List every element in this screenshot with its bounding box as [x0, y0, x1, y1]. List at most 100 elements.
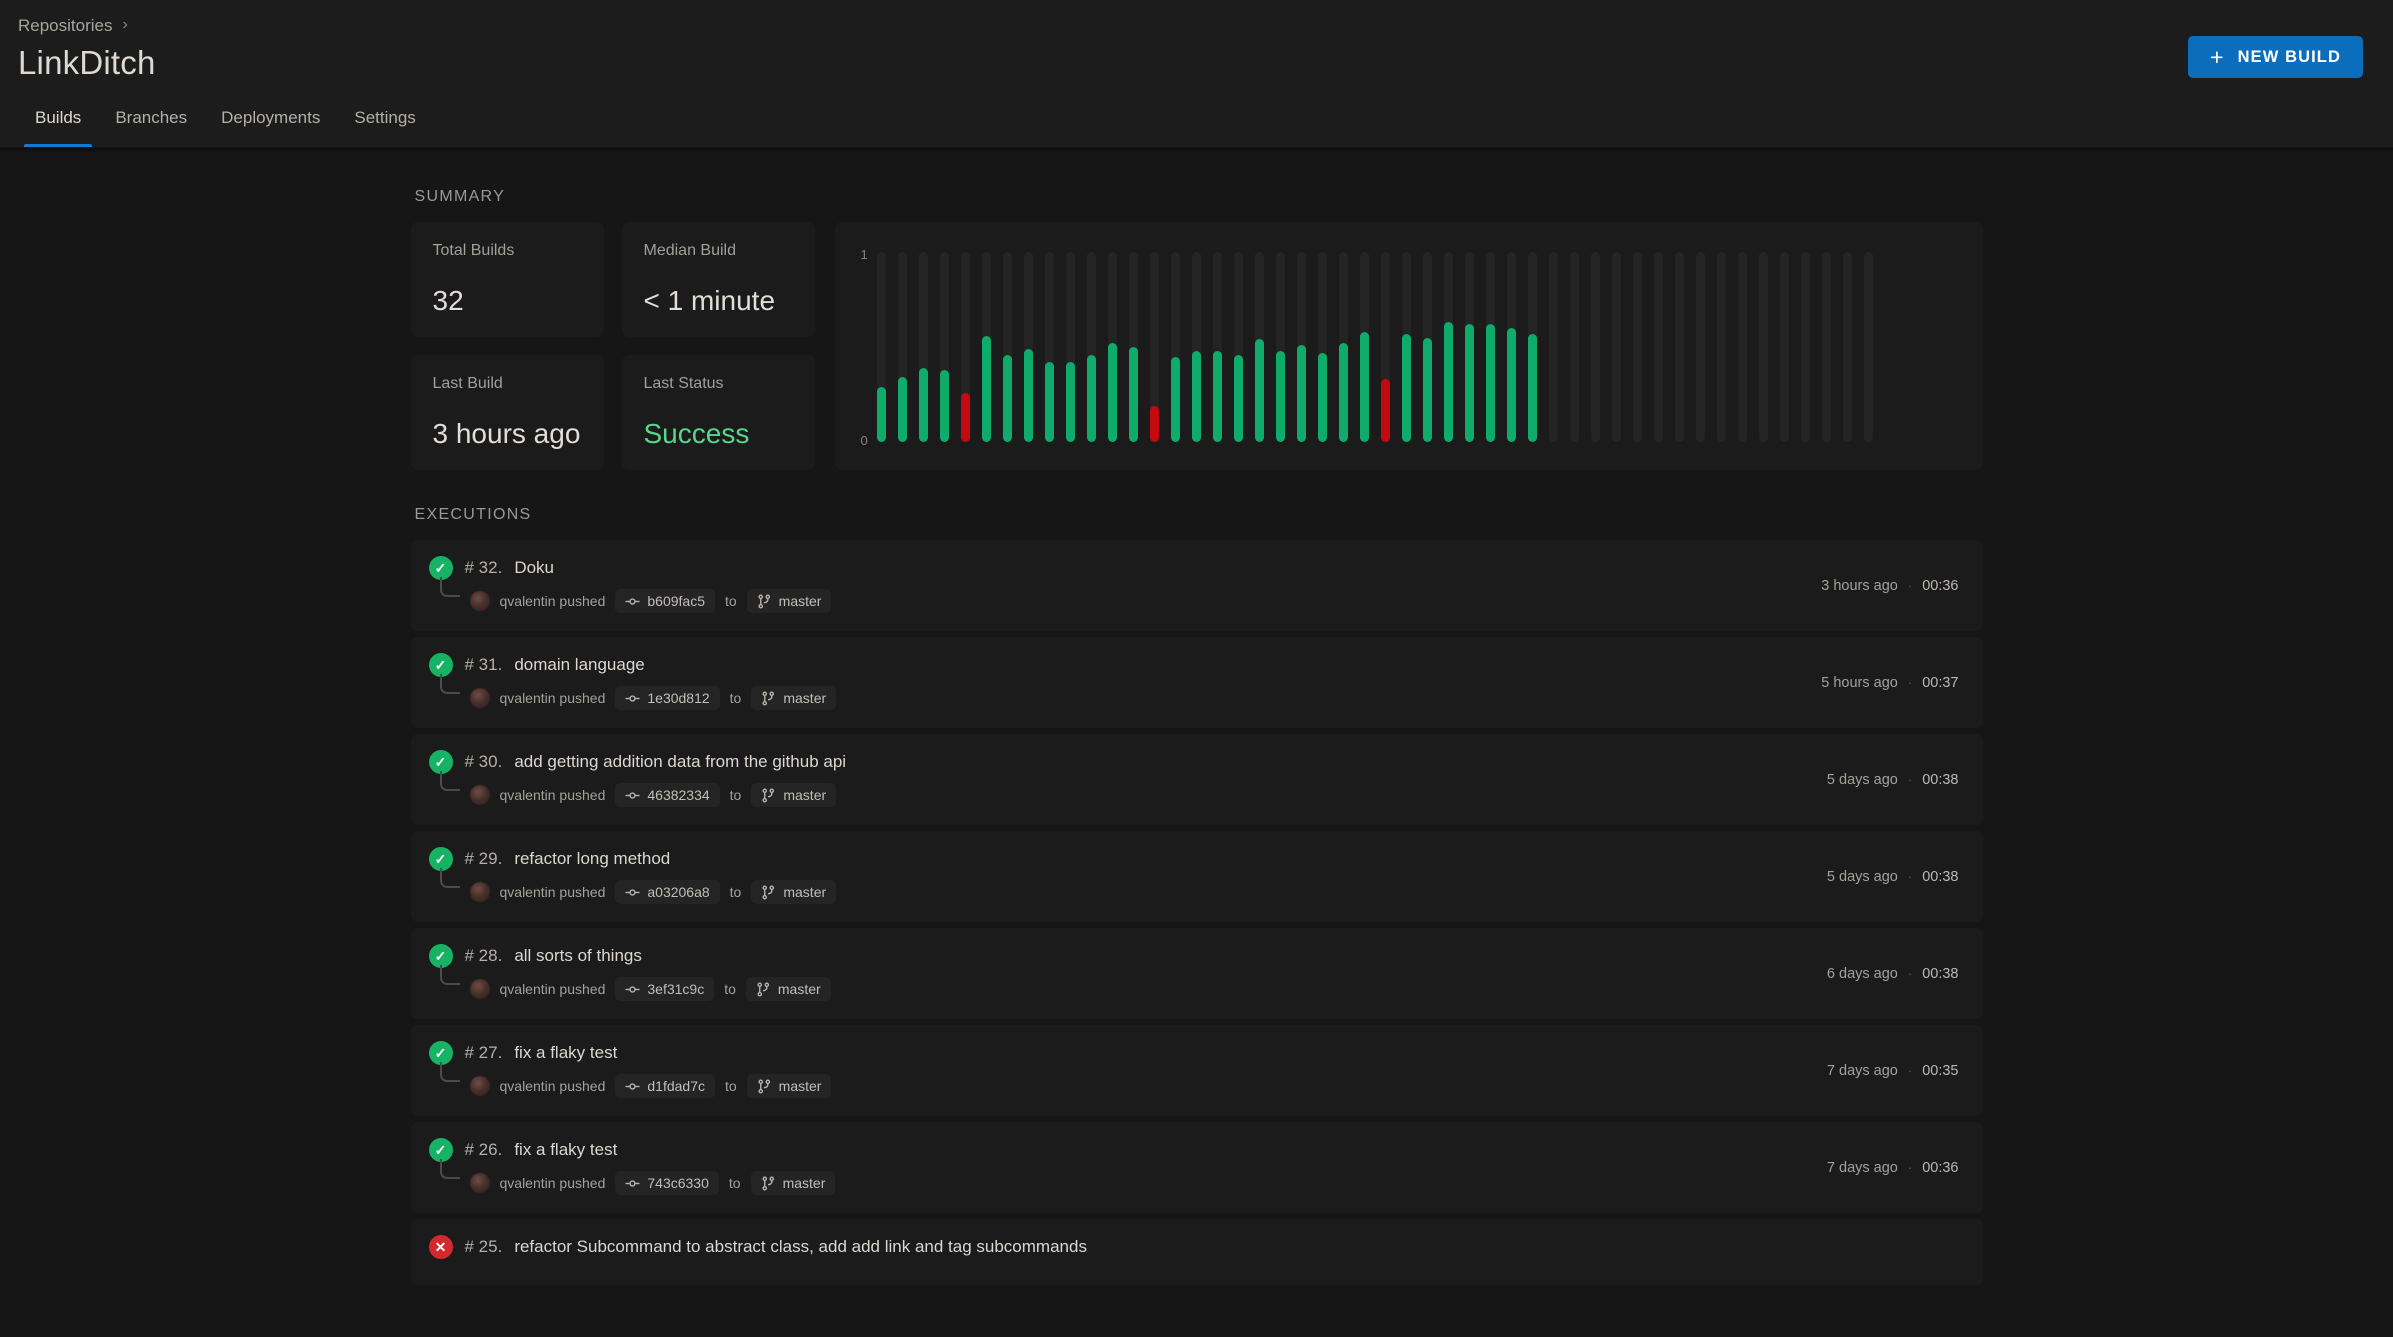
- tab-branches-label: Branches: [115, 108, 188, 127]
- branch-chip[interactable]: master: [745, 977, 831, 1001]
- breadcrumb-link-repositories[interactable]: Repositories: [18, 16, 113, 36]
- chart-bar[interactable]: [1548, 252, 1558, 442]
- chart-bar[interactable]: [1359, 252, 1369, 442]
- chart-bar[interactable]: [1002, 252, 1012, 442]
- commit-chip[interactable]: 3ef31c9c: [615, 977, 715, 1001]
- chart-bar[interactable]: [981, 252, 991, 442]
- execution-row-header: ✓ # 28. all sorts of things: [428, 944, 1959, 968]
- execution-number: # 31.: [464, 655, 503, 674]
- chart-bar[interactable]: [1821, 252, 1831, 442]
- chart-bar[interactable]: [1632, 252, 1642, 442]
- chart-bar[interactable]: [1212, 252, 1222, 442]
- chart-bar[interactable]: [1464, 252, 1474, 442]
- execution-row[interactable]: ✓ # 29. refactor long method qvalentin push…: [410, 831, 1983, 922]
- branch-chip[interactable]: master: [751, 783, 837, 807]
- chart-bar[interactable]: [1107, 252, 1117, 442]
- chart-bar[interactable]: [1044, 252, 1054, 442]
- execution-timing: 5 days ago · 00:38: [1827, 869, 1959, 885]
- chart-bar[interactable]: [1128, 252, 1138, 442]
- chart-bar[interactable]: [1737, 252, 1747, 442]
- chart-bar[interactable]: [1443, 252, 1453, 442]
- execution-timing: 3 hours ago · 00:36: [1821, 578, 1958, 594]
- chart-bar[interactable]: [1611, 252, 1621, 442]
- execution-row[interactable]: ✓ # 27. fix a flaky test qvalentin pushed d1…: [410, 1025, 1983, 1116]
- chart-bar[interactable]: [1170, 252, 1180, 442]
- new-build-button[interactable]: + NEW BUILD: [2188, 36, 2363, 78]
- chevron-right-icon: ›: [122, 16, 128, 33]
- chart-bar[interactable]: [1254, 252, 1264, 442]
- chart-bar[interactable]: [1023, 252, 1033, 442]
- execution-row[interactable]: ✕ # 25. refactor Subcommand to abstract cl…: [410, 1219, 1983, 1285]
- chart-bar[interactable]: [1590, 252, 1600, 442]
- chart-bar[interactable]: [1800, 252, 1810, 442]
- tab-settings[interactable]: Settings: [337, 100, 432, 147]
- tab-branches[interactable]: Branches: [98, 100, 204, 147]
- chart-bar[interactable]: [939, 252, 949, 442]
- chart-bar[interactable]: [876, 252, 886, 442]
- chart-bar-fill: [1128, 347, 1138, 442]
- execution-title: refactor Subcommand to abstract class, a…: [514, 1237, 1087, 1256]
- execution-row-header: ✓ # 27. fix a flaky test: [428, 1041, 1959, 1065]
- commit-chip[interactable]: 743c6330: [615, 1171, 719, 1195]
- y-axis-tick-max: 1: [860, 247, 868, 262]
- execution-row[interactable]: ✓ # 30. add getting addition data from the…: [410, 734, 1983, 825]
- chart-bar[interactable]: [1380, 252, 1390, 442]
- execution-row-meta: qvalentin pushed 46382334 to master: [439, 771, 1959, 807]
- chart-bar[interactable]: [1422, 252, 1432, 442]
- chart-bar[interactable]: [1695, 252, 1705, 442]
- tab-deployments[interactable]: Deployments: [204, 100, 337, 147]
- meta-separator: ·: [1907, 675, 1913, 690]
- chart-bar[interactable]: [897, 252, 907, 442]
- chart-bar[interactable]: [1653, 252, 1663, 442]
- chart-bar[interactable]: [1779, 252, 1789, 442]
- chart-bar-fill: [897, 377, 907, 442]
- commit-chip[interactable]: 46382334: [615, 783, 720, 807]
- execution-row[interactable]: ✓ # 28. all sorts of things qvalentin pushe…: [410, 928, 1983, 1019]
- chart-bar[interactable]: [1065, 252, 1075, 442]
- chart-bar[interactable]: [1569, 252, 1579, 442]
- chart-bar[interactable]: [1527, 252, 1537, 442]
- commit-chip[interactable]: 1e30d812: [615, 686, 720, 710]
- chart-bar[interactable]: [1317, 252, 1327, 442]
- execution-row[interactable]: ✓ # 32. Doku qvalentin pushed b609fac5 to mast…: [410, 540, 1983, 631]
- tab-builds[interactable]: Builds: [18, 100, 98, 147]
- branch-chip[interactable]: master: [750, 1171, 836, 1195]
- chart-bar[interactable]: [1275, 252, 1285, 442]
- chart-bar-fill: [1317, 352, 1327, 442]
- chart-bar[interactable]: [918, 252, 928, 442]
- chart-bar[interactable]: [1485, 252, 1495, 442]
- chart-bar-fill: [1023, 348, 1033, 442]
- y-axis-tick-min: 0: [860, 433, 868, 448]
- chart-bar[interactable]: [1758, 252, 1768, 442]
- execution-duration: 00:38: [1922, 868, 1959, 885]
- execution-row[interactable]: ✓ # 31. domain language qvalentin pushed 1e3…: [410, 637, 1983, 728]
- chart-bar[interactable]: [1149, 252, 1159, 442]
- branch-chip[interactable]: master: [746, 589, 832, 613]
- commit-chip[interactable]: d1fdad7c: [615, 1074, 715, 1098]
- chart-bar[interactable]: [1401, 252, 1411, 442]
- chart-bar[interactable]: [1674, 252, 1684, 442]
- branch-chip[interactable]: master: [751, 880, 837, 904]
- chart-bar[interactable]: [1233, 252, 1243, 442]
- chart-bar[interactable]: [1086, 252, 1096, 442]
- chart-bar[interactable]: [1863, 252, 1873, 442]
- commit-chip[interactable]: a03206a8: [615, 880, 720, 904]
- chart-bar[interactable]: [1716, 252, 1726, 442]
- execution-row[interactable]: ✓ # 26. fix a flaky test qvalentin pushed 74…: [410, 1122, 1983, 1213]
- meta-separator: ·: [1907, 1063, 1913, 1078]
- chart-bar[interactable]: [960, 252, 970, 442]
- commit-hash: 1e30d812: [647, 690, 710, 706]
- chart-bar[interactable]: [1506, 252, 1516, 442]
- branch-chip[interactable]: master: [751, 686, 837, 710]
- avatar: [469, 979, 490, 999]
- chart-bar-track: [1800, 252, 1810, 442]
- chart-bar[interactable]: [1191, 252, 1201, 442]
- chart-bar[interactable]: [1842, 252, 1852, 442]
- chart-bar[interactable]: [1296, 252, 1306, 442]
- commit-hash: 3ef31c9c: [647, 981, 705, 997]
- branch-chip[interactable]: master: [746, 1074, 832, 1098]
- chart-bar[interactable]: [1338, 252, 1348, 442]
- stat-value: 32: [432, 285, 464, 316]
- execution-relative-time: 5 hours ago: [1821, 674, 1898, 691]
- commit-chip[interactable]: b609fac5: [615, 589, 715, 613]
